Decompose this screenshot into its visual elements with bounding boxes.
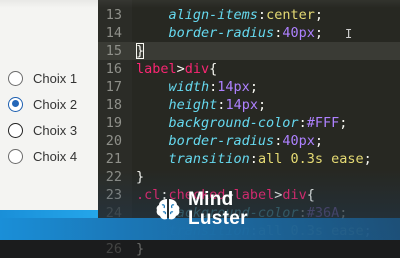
code-text: width:14px; <box>136 78 258 96</box>
code-text: align-items:center; <box>136 6 323 24</box>
line-number: 21 <box>105 151 122 167</box>
radio-label: Choix 1 <box>33 70 78 86</box>
code-line[interactable]: 13 align-items:center; <box>98 6 400 24</box>
radio-option-2[interactable]: Choix 2 <box>8 94 77 114</box>
code-token: height <box>168 97 218 113</box>
code-token: > <box>176 61 185 77</box>
code-token: : <box>257 7 267 23</box>
code-line[interactable]: 16 label>div{ <box>98 60 400 78</box>
code-token: ; <box>314 7 323 23</box>
code-token: 40px <box>282 25 315 41</box>
code-text: label>div{ <box>136 60 217 78</box>
code-text: border-radius:40px; <box>136 132 323 150</box>
code-text: } <box>136 240 144 258</box>
code-text: background-color:#FFF; <box>136 114 348 132</box>
code-token: 14px <box>217 79 250 95</box>
line-number: 14 <box>105 25 122 41</box>
code-token: div <box>184 61 210 77</box>
code-line[interactable]: 19 background-color:#FFF; <box>98 114 400 132</box>
code-token: 14px <box>225 97 258 113</box>
code-token: transition <box>168 151 250 167</box>
code-text: border-radius:40px; <box>136 24 323 42</box>
code-text: transition:all 0.3s ease; <box>136 150 372 168</box>
code-token: center <box>266 7 315 23</box>
code-token: background-color <box>168 115 299 131</box>
code-token: : <box>249 151 258 167</box>
code-token: label <box>136 61 177 77</box>
code-text: } <box>136 42 145 60</box>
line-number: 16 <box>105 61 122 77</box>
code-token: ; <box>314 133 323 149</box>
radio-label: Choix 2 <box>33 96 78 112</box>
watermark-line1: Mind <box>188 189 234 210</box>
line-number: 17 <box>105 79 122 95</box>
code-token: ; <box>339 115 348 131</box>
code-token: border-radius <box>168 133 275 149</box>
code-text: height:14px; <box>136 96 267 114</box>
brain-logo-icon <box>156 199 180 220</box>
line-number: 13 <box>105 7 122 23</box>
line-number: 15 <box>105 43 122 59</box>
code-token: all 0.3s ease <box>257 151 364 167</box>
radio-circle-icon[interactable] <box>8 96 23 112</box>
code-line[interactable]: 21 transition:all 0.3s ease; <box>98 150 400 168</box>
mindluster-watermark: Mind Luster <box>154 186 294 232</box>
code-token: { <box>209 61 218 77</box>
code-token: border-radius <box>168 25 275 41</box>
line-number: 20 <box>105 133 122 149</box>
radio-circle-icon[interactable] <box>8 148 23 164</box>
radio-option-3[interactable]: Choix 3 <box>8 120 77 140</box>
radio-label: Choix 4 <box>33 148 78 164</box>
code-line[interactable]: 26} <box>98 240 400 258</box>
code-token: #FFF <box>306 115 340 131</box>
code-token: ; <box>257 97 267 113</box>
radio-circle-icon[interactable] <box>8 70 23 86</box>
code-line[interactable]: 20 border-radius:40px; <box>98 132 400 150</box>
radio-preview-panel: Choix 1 Choix 2 Choix 3 Choix 4 <box>0 0 98 240</box>
code-line[interactable]: 17 width:14px; <box>98 78 400 96</box>
code-line[interactable]: 15} <box>98 42 400 60</box>
radio-circle-icon[interactable] <box>8 122 23 138</box>
radio-option-1[interactable]: Choix 1 <box>8 68 77 88</box>
preview-top-strip <box>0 0 98 8</box>
radio-label: Choix 3 <box>33 122 78 138</box>
code-token: } <box>136 43 145 59</box>
code-token: align-items <box>168 7 258 23</box>
editor-top-glow <box>98 0 400 8</box>
code-token: width <box>168 79 210 95</box>
code-token: ; <box>249 79 258 95</box>
code-token: ; <box>363 151 372 167</box>
code-line[interactable]: 14 border-radius:40px; <box>98 24 400 42</box>
line-number: 26 <box>105 241 122 257</box>
line-number: 19 <box>105 115 122 131</box>
code-token: } <box>136 241 145 257</box>
watermark-line2: Luster <box>188 208 248 229</box>
line-number: 18 <box>105 97 122 113</box>
radio-option-4[interactable]: Choix 4 <box>8 146 77 166</box>
text-cursor-icon: I <box>345 27 353 41</box>
code-token: 40px <box>282 133 315 149</box>
code-token: : <box>298 115 307 131</box>
code-line[interactable]: 18 height:14px; <box>98 96 400 114</box>
code-token: ; <box>314 25 323 41</box>
